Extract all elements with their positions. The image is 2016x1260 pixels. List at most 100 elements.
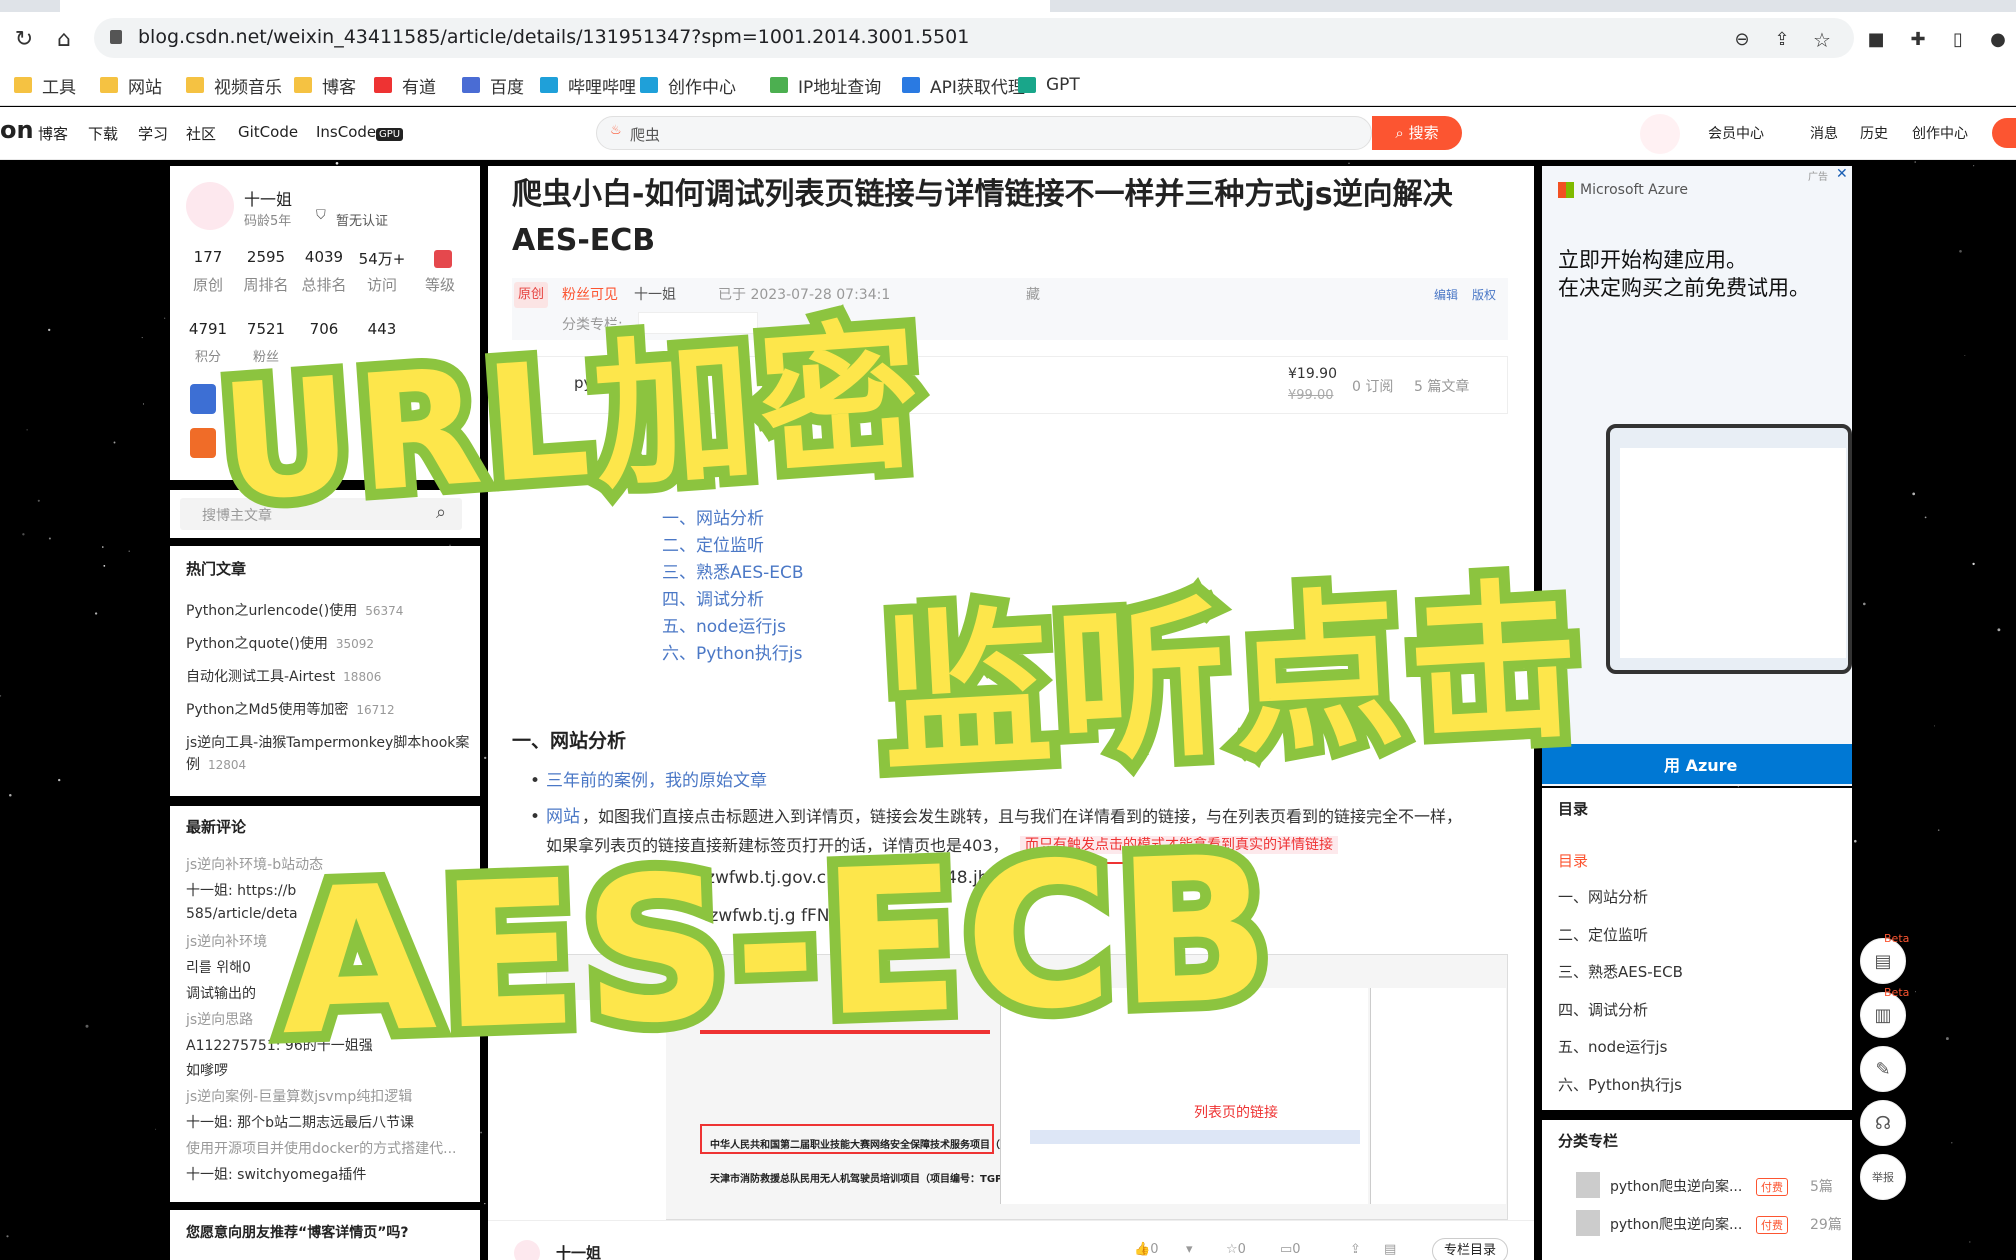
comment-line[interactable]: 十一姐: 那个b站二期志远最后八节课 (186, 1112, 414, 1132)
folder-icon (186, 77, 204, 93)
hot-article-item[interactable]: Python之quote()使用 35092 (186, 633, 374, 653)
zoom-icon[interactable]: ⊖ (1728, 26, 1756, 54)
browser-tab-active[interactable] (60, 0, 1050, 12)
hot-article-item[interactable]: Python之Md5使用等加密 16712 (186, 699, 395, 719)
column-item-title[interactable]: python爬虫逆向案... (1610, 1176, 1742, 1196)
toc-link[interactable]: 二、定位监听 (662, 533, 804, 560)
toc-link[interactable]: 三、熟悉AES-ECB (662, 560, 804, 587)
toc-link[interactable]: 五、node运行js (662, 614, 804, 641)
star (1933, 725, 1935, 727)
recommend-question: 您愿意向朋友推荐“博客详情页”吗? (186, 1225, 409, 1241)
site-nav-item[interactable]: 学习 (138, 123, 168, 144)
site-right-nav-item[interactable]: 创作中心 (1912, 123, 1968, 143)
site-link[interactable]: 网站 (546, 802, 580, 832)
right-toc-item[interactable]: 五、node运行js (1558, 1036, 1667, 1057)
site-nav-item[interactable]: 社区 (186, 123, 216, 144)
ad-line-2: 在决定购买之前免费试用。 (1558, 276, 1810, 300)
user-avatar[interactable] (1640, 114, 1680, 154)
right-toc-item[interactable]: 二、定位监听 (1558, 924, 1648, 945)
collect-icon[interactable]: ☆0 (1226, 1242, 1246, 1257)
toc-link[interactable]: 四、调试分析 (662, 587, 804, 614)
share-icon[interactable]: ⇪ (1350, 1242, 1361, 1257)
bookmark-item[interactable]: 网站 (100, 72, 162, 98)
bookmark-item[interactable]: GPT (1018, 72, 1080, 98)
hot-article-item[interactable]: 例 12804 (186, 754, 246, 774)
site-nav-item[interactable]: GitCode (238, 123, 298, 141)
comment-icon[interactable]: ▭0 (1280, 1242, 1301, 1257)
comment-line[interactable]: js逆向补环境 (186, 931, 267, 951)
hot-article-item[interactable]: Python之urlencode()使用 56374 (186, 600, 403, 620)
report-fab[interactable]: 举报 (1860, 1154, 1906, 1200)
bookmark-item[interactable]: 创作中心 (640, 72, 736, 98)
url-text: blog.csdn.net/weixin_43411585/article/de… (138, 26, 970, 48)
collect-label[interactable]: 藏 (1026, 284, 1040, 304)
right-toc-item[interactable]: 三、熟悉AES-ECB (1558, 961, 1683, 982)
profile-icon[interactable]: ● (1984, 26, 2012, 54)
view-count: 56374 (365, 604, 404, 618)
bookmark-item[interactable]: 哔哩哔哩 (540, 72, 636, 98)
bookmark-item[interactable]: 工具 (14, 72, 76, 98)
site-logo[interactable]: on (0, 116, 34, 144)
site-nav-item[interactable]: 博客 (38, 123, 68, 144)
bookmark-item[interactable]: 百度 (462, 72, 524, 98)
site-search-button[interactable]: ⌕ 搜索 (1372, 116, 1462, 150)
bookmark-item[interactable]: IP地址查询 (770, 72, 881, 98)
screenshot-red-box (700, 1124, 994, 1154)
like-icon[interactable]: 👍0 (1134, 1242, 1158, 1257)
comment-line[interactable]: 使用开源项目并使用docker的方式搭建代... (186, 1138, 456, 1158)
site-right-nav-item[interactable]: 会员中心 (1708, 123, 1764, 143)
edit-link[interactable]: 编辑 (1434, 286, 1458, 303)
site-nav-item[interactable]: 下载 (88, 123, 118, 144)
right-toc-item[interactable]: 六、Python执行js (1558, 1074, 1682, 1095)
toc-link[interactable]: 六、Python执行js (662, 641, 804, 668)
footer-author[interactable]: 十一姐 (556, 1242, 601, 1260)
bookmark-item[interactable]: API获取代理 (902, 72, 1025, 98)
dislike-icon[interactable]: ▾ (1186, 1242, 1193, 1257)
right-toc-item[interactable]: 四、调试分析 (1558, 999, 1648, 1020)
ad-laptop-screen (1620, 448, 1846, 658)
site-nav-item[interactable]: InsCode (316, 123, 376, 141)
home-icon[interactable]: ⌂ (50, 26, 78, 54)
original-article-link[interactable]: 三年前的案例，我的原始文章 (546, 766, 767, 796)
hot-icon: ♨ (610, 123, 622, 138)
more-icon[interactable]: ▤ (1384, 1242, 1396, 1257)
folder-icon (462, 77, 480, 93)
star (48, 537, 51, 540)
publish-button[interactable] (1992, 118, 2016, 148)
reload-icon[interactable]: ↻ (10, 26, 38, 54)
bookmark-item[interactable]: 博客 (294, 72, 356, 98)
copyright-link[interactable]: 版权 (1472, 286, 1496, 303)
star (1969, 1241, 1971, 1243)
comment-line[interactable]: 如嗲啰 (186, 1060, 228, 1080)
stat-label: 总排名 (301, 276, 347, 294)
comment-line[interactable]: js逆向案例-巨量算数jsvmp纯扣逻辑 (186, 1086, 412, 1106)
comment-line[interactable]: js逆向思路 (186, 1009, 253, 1029)
comment-line[interactable]: 调试输出的 (186, 983, 256, 1003)
site-right-nav-item[interactable]: 历史 (1860, 123, 1888, 143)
site-right-nav-item[interactable]: 消息 (1810, 123, 1838, 143)
comment-line[interactable]: 리를 위해0 (186, 957, 251, 977)
headset-fab-icon[interactable]: ☊ (1860, 1100, 1906, 1146)
article-title: 爬虫小白-如何调试列表页链接与详情链接不一样并三种方式js逆向解决AES-ECB (512, 177, 1453, 258)
close-icon[interactable]: ✕ (1836, 166, 1848, 182)
site-search-input[interactable] (596, 116, 1372, 150)
column-toc-button[interactable]: 专栏目录 (1432, 1238, 1508, 1260)
share-icon[interactable]: ⇪ (1768, 26, 1796, 54)
sidepanel-icon[interactable]: ▯ (1944, 26, 1972, 54)
right-toc-item[interactable]: 一、网站分析 (1558, 886, 1648, 907)
hot-article-item[interactable]: 自动化测试工具-Airtest 18806 (186, 666, 381, 686)
hot-article-item[interactable]: js逆向工具-油猴Tampermonkey脚本hook案 (186, 732, 469, 752)
profile-avatar[interactable] (186, 182, 234, 230)
bookmark-item[interactable]: 视频音乐 (186, 72, 282, 98)
star-icon[interactable]: ☆ (1808, 26, 1836, 54)
right-toc-active[interactable]: 目录 (1558, 850, 1588, 871)
hot-article-title: js逆向工具-油猴Tampermonkey脚本hook案 (186, 735, 470, 751)
extension-icon[interactable]: ■ (1862, 26, 1890, 54)
comment-line[interactable]: 十一姐: switchyomega插件 (186, 1164, 366, 1184)
edit-fab-icon[interactable]: ✎ (1860, 1046, 1906, 1092)
column-item-title[interactable]: python爬虫逆向案... (1610, 1214, 1742, 1234)
star (164, 317, 166, 319)
bookmark-item[interactable]: 有道 (374, 72, 436, 98)
profile-name[interactable]: 十一姐 (244, 186, 292, 210)
puzzle-icon[interactable]: ✚ (1904, 26, 1932, 54)
